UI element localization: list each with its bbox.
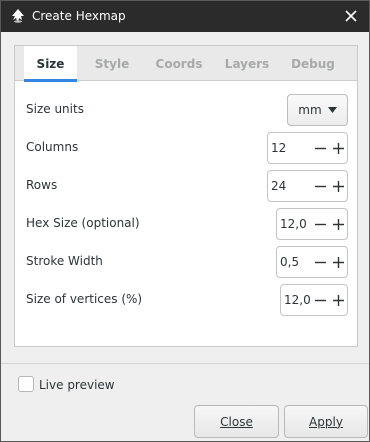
tab-debug[interactable]: Debug <box>287 46 339 81</box>
plus-icon <box>332 218 344 230</box>
stroke-width-input[interactable]: 0,5 <box>277 255 311 269</box>
stroke-width-decrement-button[interactable] <box>311 247 329 277</box>
plus-icon <box>332 294 344 306</box>
live-preview-label: Live preview <box>39 378 115 392</box>
hex-size-spinbutton: 12,0 <box>276 208 348 240</box>
size-units-dropdown[interactable]: mm <box>287 94 348 126</box>
tab-style-label: Style <box>94 56 130 71</box>
vertices-size-spinbutton: 12,0 <box>280 284 348 316</box>
apply-button-label: Apply <box>309 414 343 429</box>
live-preview-checkbox[interactable] <box>18 376 34 392</box>
rows-spinbutton: 24 <box>267 170 348 202</box>
apply-button[interactable]: Apply <box>284 405 368 438</box>
tab-coords-label: Coords <box>155 56 203 71</box>
window-title: Create Hexmap <box>32 9 126 23</box>
minus-icon <box>314 147 326 149</box>
chevron-down-icon <box>327 107 337 113</box>
vertices-size-decrement-button[interactable] <box>311 285 329 315</box>
tab-layers[interactable]: Layers <box>221 46 273 81</box>
tab-debug-label: Debug <box>291 56 335 71</box>
plus-icon <box>332 180 344 192</box>
tab-style[interactable]: Style <box>87 46 137 81</box>
size-units-label: Size units <box>26 102 84 116</box>
columns-decrement-button[interactable] <box>311 133 329 163</box>
close-button[interactable]: Close <box>194 405 279 438</box>
plus-icon <box>332 256 344 268</box>
dialog-window: Create Hexmap Size Style Coords Layers D… <box>0 0 370 442</box>
hex-size-decrement-button[interactable] <box>311 209 329 239</box>
columns-input[interactable]: 12 <box>268 141 311 155</box>
close-icon[interactable] <box>341 6 361 26</box>
stroke-width-label: Stroke Width <box>26 254 103 268</box>
plus-icon <box>332 142 344 154</box>
close-button-label: Close <box>220 414 253 429</box>
minus-icon <box>314 261 326 263</box>
notebook-panel: Size Style Coords Layers Debug Size unit… <box>14 45 358 347</box>
minus-icon <box>314 185 326 187</box>
stroke-width-spinbutton: 0,5 <box>276 246 348 278</box>
minus-icon <box>314 223 326 225</box>
title-bar: Create Hexmap <box>1 1 369 32</box>
rows-decrement-button[interactable] <box>311 171 329 201</box>
vertices-size-label: Size of vertices (%) <box>26 292 143 306</box>
stroke-width-increment-button[interactable] <box>329 247 347 277</box>
hex-size-label: Hex Size (optional) <box>26 216 140 230</box>
vertices-size-increment-button[interactable] <box>329 285 347 315</box>
columns-spinbutton: 12 <box>267 132 348 164</box>
columns-increment-button[interactable] <box>329 133 347 163</box>
rows-input[interactable]: 24 <box>268 179 311 193</box>
tab-layers-label: Layers <box>224 56 270 71</box>
rows-label: Rows <box>26 178 58 192</box>
tab-size-label: Size <box>36 56 65 71</box>
size-units-value: mm <box>298 103 322 117</box>
rows-increment-button[interactable] <box>329 171 347 201</box>
tab-size[interactable]: Size <box>24 46 77 82</box>
hex-size-input[interactable]: 12,0 <box>277 217 311 231</box>
tab-bar: Size Style Coords Layers Debug <box>15 46 357 82</box>
hex-size-increment-button[interactable] <box>329 209 347 239</box>
inkscape-icon <box>12 9 24 23</box>
minus-icon <box>314 299 326 301</box>
vertices-size-input[interactable]: 12,0 <box>281 293 311 307</box>
columns-label: Columns <box>26 140 79 154</box>
tab-coords[interactable]: Coords <box>150 46 208 81</box>
footer-separator <box>1 363 369 364</box>
